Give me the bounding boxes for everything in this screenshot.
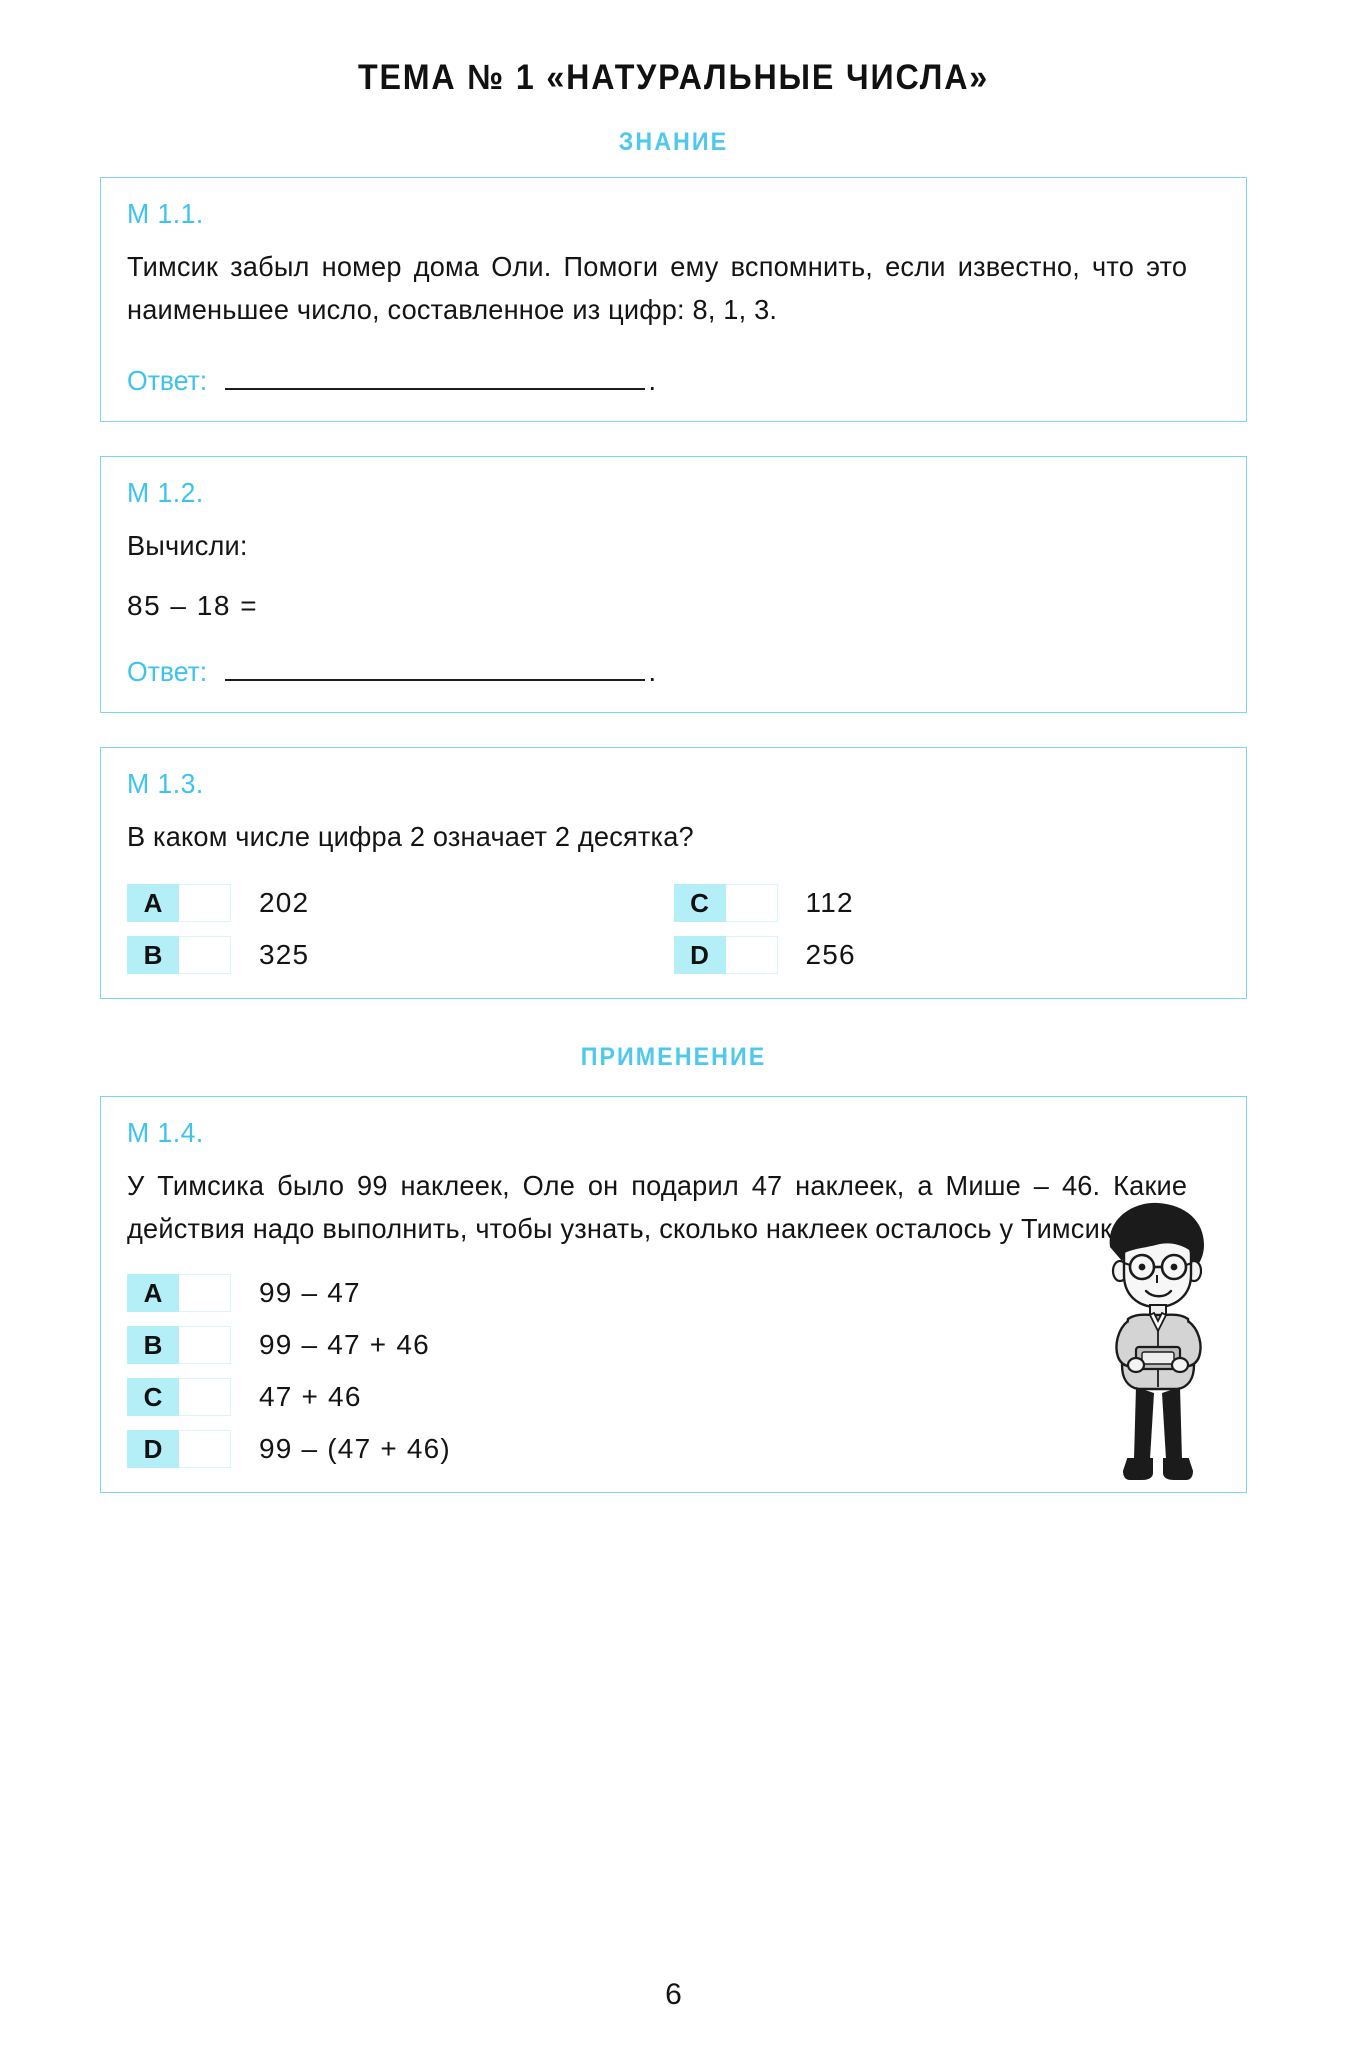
option-value: 99 – (47 + 46) [259, 1433, 451, 1465]
section-header-knowledge: ЗНАНИЕ [618, 128, 729, 156]
option-c[interactable]: C 112 [673, 884, 1221, 923]
option-value: 112 [805, 887, 854, 919]
task-box-1-1: М 1.1. Тимсик забыл номер дома Оли. Помо… [100, 177, 1247, 423]
mascot-boy-illustration [1058, 1197, 1238, 1492]
option-letter: A [127, 884, 179, 923]
option-checkbox[interactable] [179, 1378, 231, 1417]
options-grid-1-3: A 202 C 112 B 325 D 256 [127, 884, 1221, 975]
option-checkbox[interactable] [179, 884, 231, 923]
option-value: 47 + 46 [259, 1381, 362, 1413]
option-letter: C [127, 1378, 179, 1417]
option-a[interactable]: A 99 – 47 [127, 1274, 805, 1313]
answer-row-1-2: Ответ: . [127, 656, 1220, 688]
task-label-1-2: М 1.2. [127, 477, 204, 509]
option-b[interactable]: B 99 – 47 + 46 [127, 1326, 805, 1365]
workbook-page: ТЕМА № 1 «НАТУРАЛЬНЫЕ ЧИСЛА» ЗНАНИЕ М 1.… [0, 58, 1347, 2058]
option-letter: B [127, 1326, 179, 1365]
option-letter: D [673, 936, 726, 975]
answer-period: . [648, 655, 657, 687]
option-value: 325 [259, 939, 310, 971]
task-box-1-3: М 1.3. В каком числе цифра 2 означает 2 … [100, 746, 1247, 1000]
option-b[interactable]: B 325 [127, 936, 674, 975]
option-letter: D [127, 1430, 179, 1469]
task-label-1-1: М 1.1. [127, 198, 204, 229]
answer-period: . [648, 365, 657, 397]
answer-label: Ответ: [127, 365, 208, 397]
option-checkbox[interactable] [179, 936, 231, 975]
option-d[interactable]: D 99 – (47 + 46) [127, 1430, 805, 1469]
option-checkbox[interactable] [179, 1274, 231, 1313]
option-value: 202 [259, 887, 310, 919]
task-label-1-4: М 1.4. [127, 1117, 204, 1149]
task-text-1-3: В каком числе цифра 2 означает 2 десятка… [127, 820, 694, 852]
task-label-1-3: М 1.3. [127, 767, 204, 799]
option-value: 99 – 47 [259, 1277, 361, 1309]
option-value: 256 [805, 939, 856, 971]
page-number: 6 [665, 1978, 682, 2011]
task-text-1-4: У Тимсика было 99 наклеек, Оле он подари… [127, 1170, 1188, 1244]
option-checkbox[interactable] [725, 936, 778, 975]
option-letter: B [127, 936, 179, 975]
answer-input-line[interactable] [225, 678, 646, 681]
task-text-1-1: Тимсик забыл номер дома Оли. Помоги ему … [127, 251, 1188, 325]
option-c[interactable]: C 47 + 46 [127, 1378, 805, 1417]
option-value: 99 – 47 + 46 [259, 1329, 430, 1361]
task-text-1-2: Вычисли: [127, 530, 248, 562]
section-header-application: ПРИМЕНЕНИЕ [580, 1043, 767, 1072]
answer-input-line[interactable] [225, 388, 646, 391]
option-letter: A [127, 1274, 179, 1313]
task-box-1-2: М 1.2. Вычисли: 85 – 18 = Ответ: . [100, 456, 1247, 713]
option-checkbox[interactable] [725, 884, 778, 923]
option-a[interactable]: A 202 [127, 884, 674, 923]
option-checkbox[interactable] [179, 1430, 231, 1469]
option-letter: C [673, 884, 726, 923]
option-checkbox[interactable] [179, 1326, 231, 1365]
calc-expression-1-2: 85 – 18 = [127, 589, 259, 621]
page-title: ТЕМА № 1 «НАТУРАЛЬНЫЕ ЧИСЛА» [357, 58, 990, 97]
answer-label: Ответ: [127, 655, 208, 687]
option-d[interactable]: D 256 [673, 936, 1221, 975]
options-list-1-4: A 99 – 47 B 99 – 47 + 46 C 47 + 46 D 99 … [127, 1274, 805, 1469]
task-box-1-4: М 1.4. У Тимсика было 99 наклеек, Оле он… [100, 1096, 1247, 1494]
answer-row-1-1: Ответ: . [127, 365, 1220, 397]
